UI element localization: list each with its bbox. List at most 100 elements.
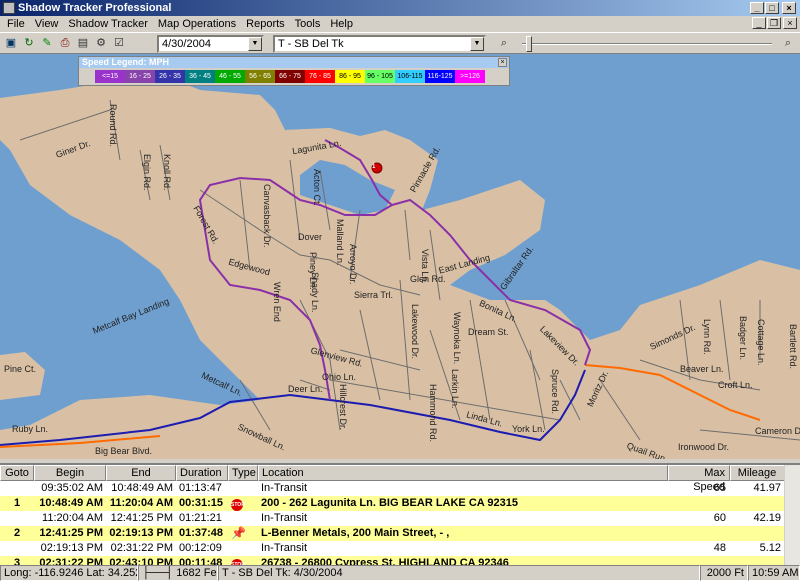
vehicle-value: T - SB Del Tk — [278, 38, 344, 50]
map-label: Round Rd. — [108, 104, 118, 148]
vehicle-select[interactable]: T - SB Del Tk ▼ — [273, 35, 486, 53]
header-type[interactable]: Type — [228, 465, 258, 481]
map-label: Sierra Trl. — [354, 290, 394, 300]
mdi-restore-button[interactable]: ❐ — [767, 17, 781, 29]
header-goto[interactable]: Goto — [0, 465, 34, 481]
map-view[interactable]: 1 Giner Dr. Round Rd. Elgin Rd. Knoll Rd… — [0, 54, 800, 459]
type-cell: STOP — [228, 496, 258, 511]
location-cell: In-Transit — [261, 512, 308, 524]
map-label: York Ln. — [512, 424, 545, 434]
speed-legend-bins: <=15 16 - 25 26 - 35 36 - 45 46 - 55 56 - 65 6… — [95, 70, 485, 83]
location-cell: L-Benner Metals, 200 Main Street, - , — [261, 527, 450, 539]
maximize-button[interactable]: □ — [765, 2, 779, 14]
header-begin[interactable]: Begin — [34, 465, 106, 481]
table-row[interactable]: 09:35:02 AM 10:48:49 AM 01:13:47 In-Transit… — [0, 481, 800, 496]
stop-marker-label: 1 — [372, 164, 376, 170]
map-label: Hillcrest Dr. — [338, 384, 348, 431]
zoom-slider-track[interactable] — [522, 43, 772, 45]
table-row[interactable]: 3 02:31:22 PM 02:43:10 PM 00:11:48 STOP 26738… — [0, 556, 800, 565]
refresh-icon[interactable]: ↻ — [21, 35, 37, 51]
table-row[interactable]: 11:20:04 AM 12:41:25 PM 01:21:21 In-Transit… — [0, 511, 800, 526]
menu-shadow-tracker[interactable]: Shadow Tracker — [63, 16, 152, 32]
menu-file[interactable]: File — [2, 16, 30, 32]
map-label: Shady Ln. — [310, 272, 320, 313]
chevron-down-icon[interactable]: ▼ — [248, 37, 262, 51]
speed-legend-bin: 96 - 105 — [365, 70, 395, 83]
type-cell — [228, 511, 258, 526]
zoom-icon[interactable]: ⌕ — [496, 35, 512, 51]
map-label: Big Bear Blvd. — [95, 446, 153, 456]
header-location[interactable]: Location — [258, 465, 668, 481]
end-cell: 11:20:04 AM — [109, 497, 173, 509]
header-max-speed[interactable]: Max Speed — [668, 465, 730, 493]
stop-sign-icon: STOP — [231, 499, 245, 511]
end-cell: 12:41:25 PM — [110, 512, 173, 524]
mileage-cell: 42.19 — [753, 512, 781, 524]
app-icon — [3, 2, 15, 14]
vehicle-icon[interactable]: ▣ — [3, 35, 19, 51]
chevron-down-icon[interactable]: ▼ — [470, 37, 484, 51]
zoom-out-icon[interactable]: ⌕ — [780, 35, 796, 51]
header-end[interactable]: End — [106, 465, 176, 481]
map-label: Ironwood Dr. — [678, 442, 730, 452]
header-duration[interactable]: Duration — [176, 465, 228, 481]
title-bar: Shadow Tracker Professional _ □ × — [0, 0, 800, 16]
table-row[interactable]: 2 12:41:25 PM 02:19:13 PM 01:37:48 📌 L-Benner… — [0, 526, 800, 541]
speed-legend-bin: 16 - 25 — [125, 70, 155, 83]
duration-cell: 01:37:48 — [179, 527, 224, 539]
checklist-icon[interactable]: ☑ — [111, 35, 127, 51]
goto-cell — [0, 541, 34, 556]
speed-legend-bin: <=15 — [95, 70, 125, 83]
grid-body: 09:35:02 AM 10:48:49 AM 01:13:47 In-Transit… — [0, 481, 800, 565]
location-cell: 26738 - 26800 Cypress St. HIGHLAND CA 92… — [261, 557, 509, 565]
speed-legend-panel[interactable]: Speed Legend: MPH × <=15 16 - 25 26 - 35 36… — [78, 56, 510, 86]
menu-map-operations[interactable]: Map Operations — [153, 16, 241, 32]
grid-scrollbar[interactable] — [784, 465, 800, 565]
print-icon[interactable]: ⎙ — [57, 35, 73, 51]
mdi-minimize-button[interactable]: _ — [752, 17, 766, 29]
minimize-button[interactable]: _ — [750, 2, 764, 14]
report-icon[interactable]: ▤ — [75, 35, 91, 51]
map-label: Cameron D — [755, 426, 800, 436]
map-label: Dover — [298, 232, 323, 242]
menu-tools[interactable]: Tools — [290, 16, 326, 32]
close-button[interactable]: × — [782, 2, 796, 14]
zoom-slider-thumb[interactable] — [526, 36, 532, 52]
pushpin-icon[interactable]: ✎ — [39, 35, 55, 51]
duration-cell: 01:21:21 — [179, 512, 222, 524]
map-label: Glen Rd. — [410, 274, 446, 284]
settings-icon[interactable]: ⚙ — [93, 35, 109, 51]
location-cell: In-Transit — [261, 482, 308, 494]
duration-cell: 01:13:47 — [179, 482, 222, 494]
map-label: Lakewood Dr. — [410, 304, 420, 360]
mdi-close-button[interactable]: × — [783, 17, 797, 29]
menu-help[interactable]: Help — [325, 16, 358, 32]
map-label: Arroyo Dr. — [348, 244, 358, 285]
date-select[interactable]: 4/30/2004 ▼ — [157, 35, 264, 53]
type-cell: STOP — [228, 556, 258, 565]
table-row[interactable]: 1 10:48:49 AM 11:20:04 AM 00:31:15 STOP 200 -… — [0, 496, 800, 511]
map-label: Pine Ct. — [4, 364, 37, 374]
menu-bar: File View Shadow Tracker Map Operations … — [0, 16, 800, 32]
map-label: Knoll Rd. — [162, 154, 172, 191]
speed-legend-bin: 66 - 75 — [275, 70, 305, 83]
status-time: 10:59 AM — [748, 565, 800, 581]
speed-legend-bin: >=126 — [455, 70, 485, 83]
menu-view[interactable]: View — [30, 16, 64, 32]
map-label: Malland Ln. — [335, 219, 345, 266]
map-label: Larkin Ln. — [450, 369, 460, 409]
duration-cell: 00:11:48 — [179, 557, 223, 565]
mileage-cell: 41.97 — [753, 482, 781, 494]
table-row[interactable]: 02:19:13 PM 02:31:22 PM 00:12:09 In-Transit… — [0, 541, 800, 556]
mileage-cell: 5.12 — [759, 542, 781, 554]
map-label: Badger Ln. — [738, 316, 748, 361]
close-icon[interactable]: × — [498, 58, 507, 67]
status-scale: ├──┤ 1682 Feet — [138, 565, 218, 581]
menu-reports[interactable]: Reports — [241, 16, 290, 32]
app-window: Shadow Tracker Professional _ □ × File V… — [0, 0, 800, 581]
max-cell — [668, 526, 730, 541]
map-label: Ohio Ln. — [322, 372, 357, 382]
goto-cell: 1 — [13, 497, 21, 509]
map-label: Spruce Rd. — [550, 369, 560, 415]
header-mileage[interactable]: Mileage — [730, 465, 785, 481]
